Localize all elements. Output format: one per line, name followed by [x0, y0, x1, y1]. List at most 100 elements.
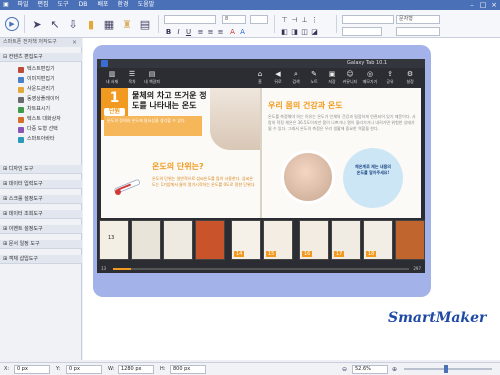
table-icon[interactable]: ▤	[136, 14, 154, 34]
h-field[interactable]: 800 px	[170, 365, 206, 374]
zoom-out-icon[interactable]: ⊖	[342, 366, 347, 373]
group-data-input[interactable]: ⊞ 데이터 입력도구	[0, 180, 82, 189]
share-button[interactable]: ⇪ 공유	[380, 70, 400, 88]
italic-icon[interactable]: I	[174, 27, 183, 36]
grid-icon[interactable]: ▦	[100, 14, 118, 34]
w-field[interactable]: 1280 px	[118, 365, 154, 374]
send-back-icon[interactable]: ◨	[290, 27, 299, 36]
align-middle-icon[interactable]: ⊣	[290, 15, 299, 24]
menu-db[interactable]: DB	[74, 1, 92, 9]
toc-button[interactable]: ☰ 목차	[122, 70, 142, 88]
text-color-icon[interactable]: A	[228, 27, 237, 36]
zoom-in-icon[interactable]: ⊕	[392, 366, 397, 373]
bg-color-icon[interactable]: A	[238, 27, 247, 36]
x-label: X:	[4, 366, 10, 372]
maximize-icon[interactable]: □	[478, 1, 488, 9]
group-insert-object[interactable]: ⊞ 객체 삽입도구	[0, 255, 82, 264]
group-event-settings[interactable]: ⊞ 이벤트 설정도구	[0, 225, 82, 234]
memo-button[interactable]: ◎ 메모가기	[360, 70, 380, 88]
stamp-icon[interactable]: ♜	[118, 14, 136, 34]
app-icon[interactable]: ▣	[2, 1, 10, 9]
settings-button[interactable]: ⚙ 설정	[400, 70, 420, 88]
object-name-field[interactable]	[342, 15, 394, 24]
group-scroll-settings[interactable]: ⊞ 스크롤 설정도구	[0, 195, 82, 204]
menu-settings[interactable]: 환경	[114, 1, 132, 9]
progress-track	[113, 268, 409, 270]
font-size-select[interactable]: 8	[222, 15, 246, 24]
page-thumbnail[interactable]	[395, 220, 425, 260]
page-thumbnail[interactable]: 15	[263, 220, 293, 260]
align-left-icon[interactable]: ≡	[196, 27, 205, 36]
pin-icon[interactable]: ×	[72, 39, 77, 46]
page-thumbnail[interactable]	[163, 220, 193, 260]
distribute-icon[interactable]: ⋮	[310, 15, 319, 24]
minimize-icon[interactable]: –	[467, 1, 477, 9]
bookmark-button[interactable]: ▤ 내 책갈피	[142, 70, 162, 88]
chart-icon	[18, 106, 24, 113]
sidebar-item-multi-shape[interactable]: 다중 도형 선택	[18, 125, 58, 134]
page-thumbnail[interactable]: 14	[231, 220, 261, 260]
sidebar-item-text-editor[interactable]: 텍스트편집기	[18, 65, 55, 74]
left-body: 온도의 단위는 일반적으로 섭씨온도를 많이 사용한다. 섭씨온도는 1기압에서…	[152, 176, 256, 187]
group-content-tools[interactable]: ⊟ 컨텐츠 편집도구	[0, 53, 82, 62]
page-thumbnail[interactable]: 17	[331, 220, 361, 260]
menu-deploy[interactable]: 배포	[94, 1, 112, 9]
sidebar-item-image-editor[interactable]: 이미지편집기	[18, 75, 55, 84]
y-field[interactable]: 0 px	[66, 365, 102, 374]
back-button[interactable]: ◀ 뒤로	[268, 70, 288, 88]
woman-thermometer-photo	[210, 88, 260, 150]
sidebar-item-text-dialog[interactable]: 텍스트 대화상자	[18, 115, 61, 124]
group-icon[interactable]: ◫	[300, 27, 309, 36]
play-button[interactable]: ▶	[3, 14, 21, 34]
zoom-slider-thumb[interactable]	[444, 365, 448, 373]
pointer-icon[interactable]: ↖	[46, 14, 64, 34]
page-thumbnail[interactable]: 16	[299, 220, 329, 260]
line-style-select[interactable]	[342, 27, 382, 36]
sidebar-item-video-player[interactable]: 동영상플레이어	[18, 95, 59, 104]
save-button[interactable]: ▣ 저장	[322, 70, 342, 88]
group-schedule[interactable]: ⊞ 문서 일정 도구	[0, 240, 82, 249]
style-select[interactable]: 문자형	[396, 15, 440, 24]
note-button[interactable]: ✎ 노트	[304, 70, 324, 88]
bold-icon[interactable]: B	[164, 27, 173, 36]
paint-icon[interactable]: ▮	[82, 14, 100, 34]
page-progress-bar[interactable]: 13 297	[97, 265, 425, 273]
share-icon: ⇪	[387, 70, 393, 78]
font-family-select[interactable]	[164, 15, 216, 24]
align-top-icon[interactable]: ⊤	[280, 15, 289, 24]
menu-edit[interactable]: 편집	[34, 1, 52, 9]
library-button[interactable]: ▥ 내 서재	[102, 70, 122, 88]
page-thumbnail[interactable]: 13	[99, 220, 129, 260]
smartmaker-logo: SmartMaker	[388, 310, 487, 326]
import-icon[interactable]: ⇩	[64, 14, 82, 34]
page-thumbnail[interactable]	[195, 220, 225, 260]
align-bottom-icon[interactable]: ⊥	[300, 15, 309, 24]
menu-tools[interactable]: 도구	[54, 1, 72, 9]
sidebar-item-smart-avatar[interactable]: 스마트아바타	[18, 135, 55, 144]
sidebar-item-sound-manager[interactable]: 사운드관리기	[18, 85, 55, 94]
close-icon[interactable]: ×	[489, 1, 499, 9]
zoom-field[interactable]: 52.6%	[352, 365, 388, 374]
home-button[interactable]: ⌂ 홈	[250, 70, 270, 88]
page-thumbnail[interactable]: 18	[363, 220, 393, 260]
sidebar-item-chart-viewer[interactable]: 차트표시기	[18, 105, 50, 114]
page-thumbnail[interactable]	[131, 220, 161, 260]
group-design-tools[interactable]: ⊞ 디자인 도구	[0, 165, 82, 174]
bring-front-icon[interactable]: ◧	[280, 27, 289, 36]
x-field[interactable]: 0 px	[14, 365, 50, 374]
zoom-slider[interactable]	[404, 368, 492, 370]
ungroup-icon[interactable]: ◪	[310, 27, 319, 36]
community-button[interactable]: ☺ 커뮤니티	[340, 70, 360, 88]
line-width-select[interactable]	[396, 27, 440, 36]
font-color-select[interactable]	[250, 15, 268, 24]
align-right-icon[interactable]: ≡	[216, 27, 225, 36]
menu-help[interactable]: 도움말	[134, 1, 158, 9]
select-arrow-icon[interactable]: ➤	[28, 14, 46, 34]
underline-icon[interactable]: U	[184, 27, 193, 36]
group-data-query[interactable]: ⊞ 데이터 조회도구	[0, 210, 82, 219]
device-titlebar: Galaxy Tab 10.1	[97, 59, 425, 68]
align-center-icon[interactable]: ≡	[206, 27, 215, 36]
search-button[interactable]: ⌕ 검색	[286, 70, 306, 88]
right-heading: 우리 몸의 건강과 온도	[268, 101, 343, 110]
menu-file[interactable]: 파일	[14, 1, 32, 9]
